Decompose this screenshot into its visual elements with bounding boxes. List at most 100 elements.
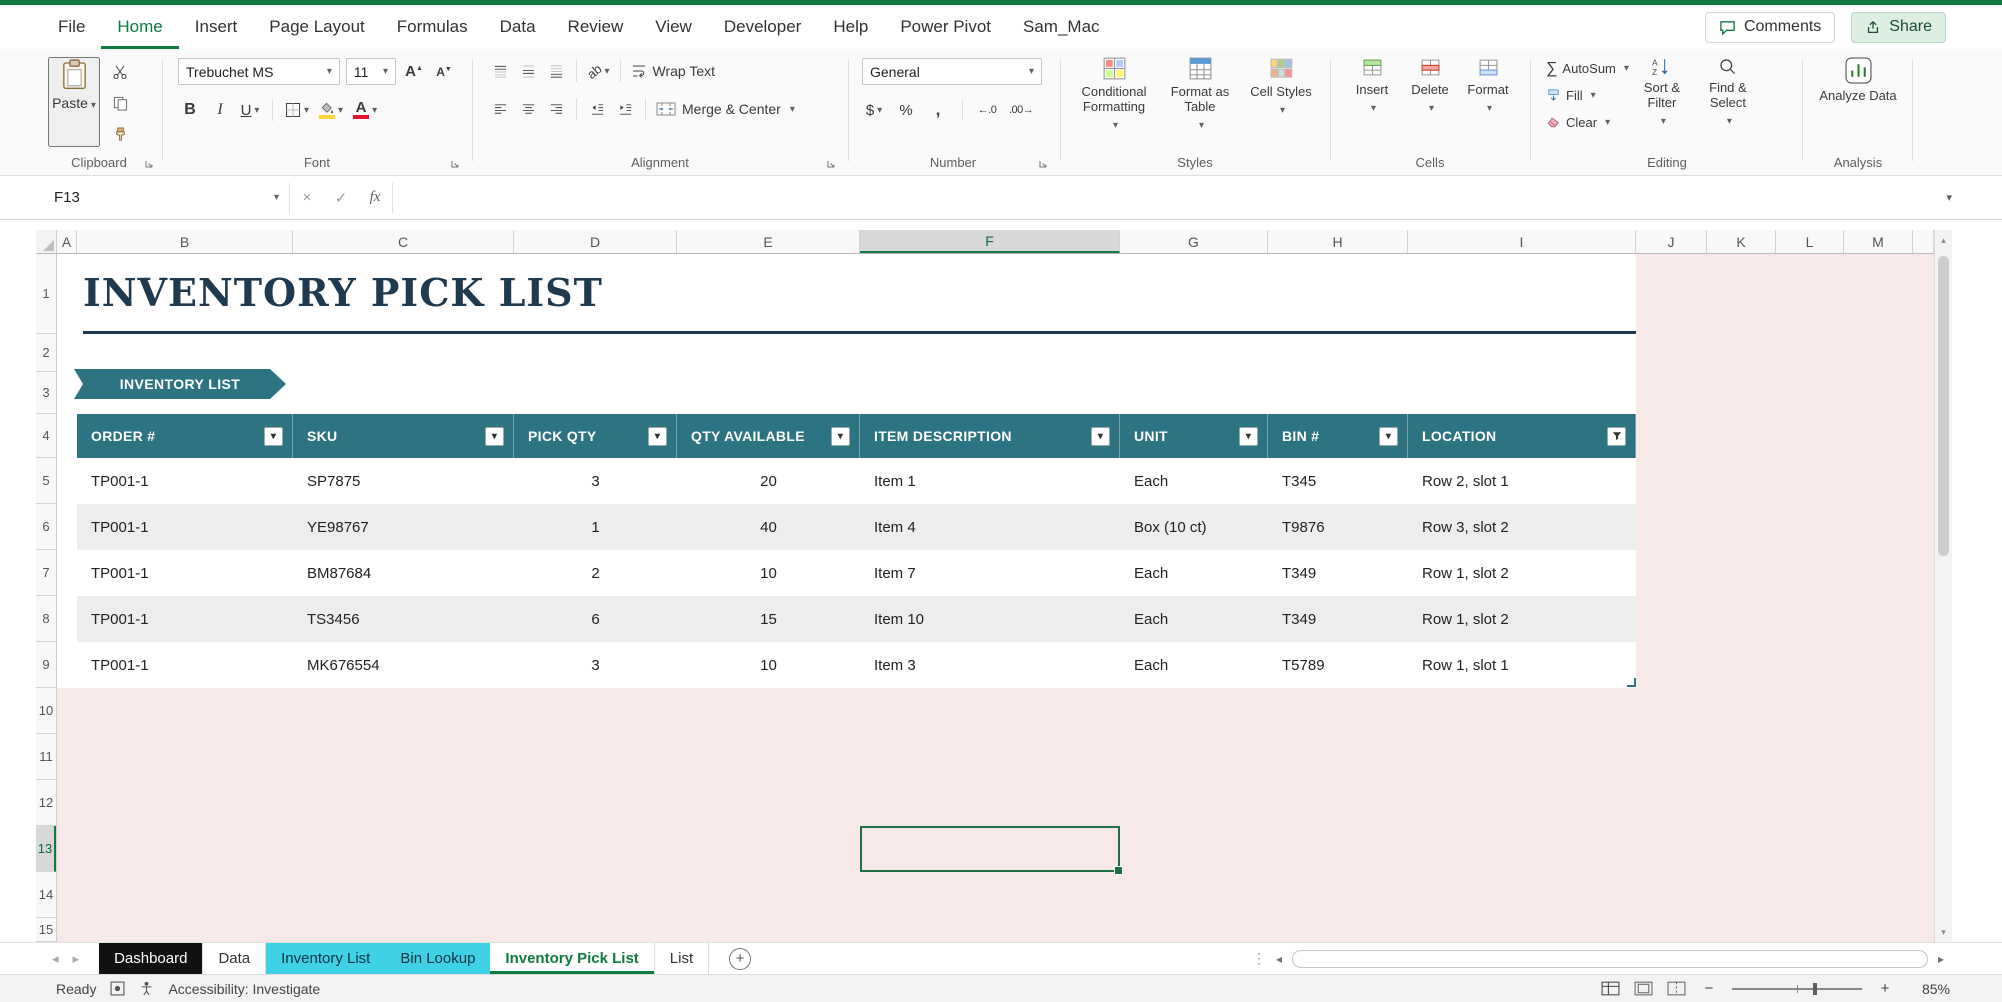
zoom-slider-thumb[interactable] xyxy=(1812,982,1817,995)
selected-cell-F13[interactable] xyxy=(860,826,1123,875)
hscroll-left-button[interactable]: ◂ xyxy=(1276,952,1282,966)
increase-font-size-button[interactable]: A▲ xyxy=(402,59,426,85)
underline-button[interactable]: U ▾ xyxy=(238,97,262,123)
cell-row7-pick-qty[interactable]: 2 xyxy=(514,550,677,596)
align-left-button[interactable] xyxy=(488,96,512,122)
enter-button[interactable]: ✓ xyxy=(324,183,358,213)
decrease-font-size-button[interactable]: A▼ xyxy=(432,59,456,85)
filter-button-pick-qty[interactable]: ▾ xyxy=(648,426,667,446)
filter-button-unit[interactable]: ▾ xyxy=(1239,426,1258,446)
menu-tab-formulas[interactable]: Formulas xyxy=(381,5,484,49)
increase-decimal-button[interactable]: ←.0 xyxy=(975,97,999,123)
filter-button-bin[interactable]: ▾ xyxy=(1379,426,1398,446)
menu-tab-insert[interactable]: Insert xyxy=(179,5,254,49)
cell-row7-sku[interactable]: BM87684 xyxy=(293,550,514,596)
tab-nav-right-icon[interactable]: ▸ xyxy=(73,951,80,967)
column-header-M[interactable]: M xyxy=(1844,230,1913,253)
sheet-tab-data[interactable]: Data xyxy=(202,943,267,974)
row-header-3[interactable]: 3 xyxy=(36,372,56,414)
cell-row8-location[interactable]: Row 1, slot 2 xyxy=(1408,596,1636,642)
cell-row9-sku[interactable]: MK676554 xyxy=(293,642,514,688)
decrease-decimal-button[interactable]: .00→ xyxy=(1007,97,1035,123)
align-center-button[interactable] xyxy=(516,96,540,122)
cell-row9-bin[interactable]: T5789 xyxy=(1268,642,1408,688)
vertical-scrollbar[interactable]: ▴ ▾ xyxy=(1934,230,1952,942)
decrease-indent-button[interactable] xyxy=(585,96,609,122)
macro-record-icon[interactable] xyxy=(110,981,125,996)
table-resize-handle[interactable] xyxy=(1627,678,1636,687)
font-size-select[interactable]: 11 ▾ xyxy=(345,58,396,85)
cell-row9-location[interactable]: Row 1, slot 1 xyxy=(1408,642,1636,688)
clipboard-dialog-launcher[interactable] xyxy=(141,156,156,171)
column-header-I[interactable]: I xyxy=(1408,230,1636,253)
cell-row6-pick-qty[interactable]: 1 xyxy=(514,504,677,550)
menu-tab-help[interactable]: Help xyxy=(817,5,884,49)
zoom-out-button[interactable]: − xyxy=(1700,980,1718,997)
font-color-button[interactable]: A ▾ xyxy=(351,97,379,123)
zoom-in-button[interactable]: + xyxy=(1876,980,1894,997)
cell-row7-location[interactable]: Row 1, slot 2 xyxy=(1408,550,1636,596)
menu-tab-power-pivot[interactable]: Power Pivot xyxy=(884,5,1007,49)
font-name-select[interactable]: Trebuchet MS ▾ xyxy=(178,58,340,85)
cancel-button[interactable]: × xyxy=(290,183,324,213)
cell-row5-order[interactable]: TP001-1 xyxy=(77,458,293,504)
zoom-level[interactable]: 85% xyxy=(1908,981,1950,997)
row-header-13[interactable]: 13 xyxy=(36,826,56,872)
cell-row8-order[interactable]: TP001-1 xyxy=(77,596,293,642)
tab-nav-left-icon[interactable]: ◂ xyxy=(52,951,59,967)
row-header-5[interactable]: 5 xyxy=(36,458,56,504)
borders-button[interactable]: ▾ xyxy=(283,97,311,123)
clear-button[interactable]: Clear ▾ xyxy=(1546,109,1629,136)
sheet-tab-dashboard[interactable]: Dashboard xyxy=(99,943,203,974)
scroll-down-button[interactable]: ▾ xyxy=(1935,922,1952,942)
autosum-button[interactable]: ∑ AutoSum ▾ xyxy=(1546,55,1629,82)
cell-row8-sku[interactable]: TS3456 xyxy=(293,596,514,642)
cell-row8-bin[interactable]: T349 xyxy=(1268,596,1408,642)
cell-row8-unit[interactable]: Each xyxy=(1120,596,1268,642)
row-header-11[interactable]: 11 xyxy=(36,734,56,780)
hscroll-right-button[interactable]: ▸ xyxy=(1938,952,1944,966)
tab-splitter-handle[interactable]: ⋮ xyxy=(1252,950,1266,967)
filter-sort-button-location[interactable] xyxy=(1607,426,1626,446)
column-header-H[interactable]: H xyxy=(1268,230,1408,253)
cell-row8-pick-qty[interactable]: 6 xyxy=(514,596,677,642)
page-break-view-button[interactable] xyxy=(1667,981,1686,996)
menu-tab-home[interactable]: Home xyxy=(101,5,178,49)
sheet-tab-bin-lookup[interactable]: Bin Lookup xyxy=(385,943,491,974)
page-layout-view-button[interactable] xyxy=(1634,981,1653,996)
formula-input[interactable] xyxy=(392,182,1946,213)
cell-row9-unit[interactable]: Each xyxy=(1120,642,1268,688)
scroll-up-button[interactable]: ▴ xyxy=(1935,230,1952,250)
cell-row8-item-description[interactable]: Item 10 xyxy=(860,596,1120,642)
column-header-B[interactable]: B xyxy=(77,230,293,253)
cell-row7-item-description[interactable]: Item 7 xyxy=(860,550,1120,596)
sheet-tab-inventory-list[interactable]: Inventory List xyxy=(266,943,386,974)
cell-row7-order[interactable]: TP001-1 xyxy=(77,550,293,596)
cell-row6-order[interactable]: TP001-1 xyxy=(77,504,293,550)
column-header-D[interactable]: D xyxy=(514,230,677,253)
cell-row6-qty-available[interactable]: 40 xyxy=(677,504,860,550)
column-header-F[interactable]: F xyxy=(860,230,1120,253)
name-box[interactable]: F13 ▾ xyxy=(40,182,290,213)
row-header-12[interactable]: 12 xyxy=(36,780,56,826)
orientation-button[interactable]: ab ▾ xyxy=(584,58,612,84)
increase-indent-button[interactable] xyxy=(613,96,637,122)
percent-style-button[interactable]: % xyxy=(894,97,918,123)
vertical-scrollbar-thumb[interactable] xyxy=(1938,256,1949,556)
menu-tab-sam-mac[interactable]: Sam_Mac xyxy=(1007,5,1116,49)
column-header-E[interactable]: E xyxy=(677,230,860,253)
format-painter-button[interactable] xyxy=(108,121,132,147)
menu-tab-file[interactable]: File xyxy=(42,5,101,49)
copy-button[interactable] xyxy=(108,90,132,116)
cell-row6-bin[interactable]: T9876 xyxy=(1268,504,1408,550)
cell-row6-unit[interactable]: Box (10 ct) xyxy=(1120,504,1268,550)
comments-button[interactable]: Comments xyxy=(1704,11,1836,43)
menu-tab-view[interactable]: View xyxy=(639,5,708,49)
accessibility-icon[interactable] xyxy=(139,981,154,996)
cell-row7-unit[interactable]: Each xyxy=(1120,550,1268,596)
paste-button[interactable]: Paste ▾ xyxy=(48,57,100,147)
cell-row9-item-description[interactable]: Item 3 xyxy=(860,642,1120,688)
cell-row9-qty-available[interactable]: 10 xyxy=(677,642,860,688)
formula-bar-expand-button[interactable]: ▾ xyxy=(1946,191,1952,204)
cell-row7-qty-available[interactable]: 10 xyxy=(677,550,860,596)
